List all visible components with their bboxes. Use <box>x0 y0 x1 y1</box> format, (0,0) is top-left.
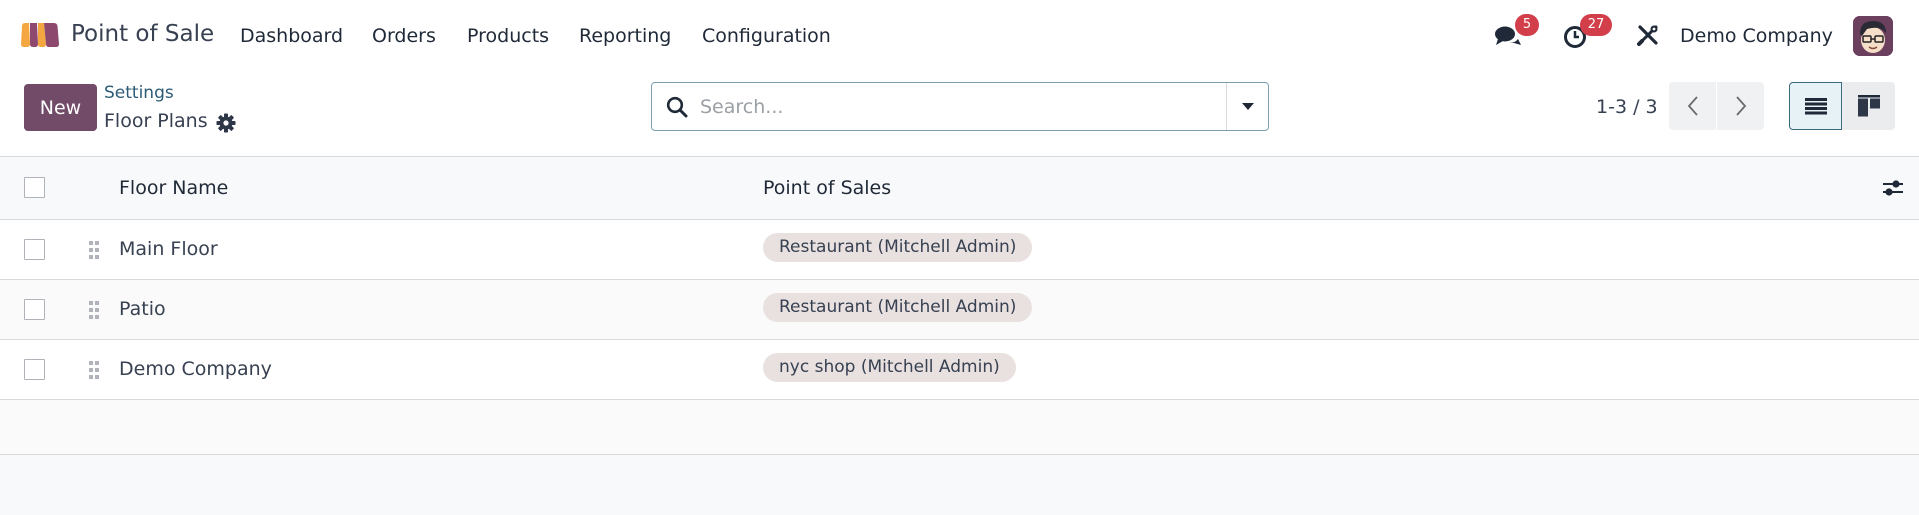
search-input[interactable] <box>700 93 1200 121</box>
caret-down-icon <box>1242 102 1254 110</box>
kanban-view-button[interactable] <box>1842 82 1895 130</box>
breadcrumb-current: Floor Plans <box>104 110 208 132</box>
search-icon <box>666 96 688 118</box>
point-of-sale-tag[interactable]: Restaurant (Mitchell Admin) <box>763 233 1033 262</box>
breadcrumb-settings[interactable]: Settings <box>104 83 174 103</box>
floor-name-cell[interactable]: Main Floor <box>119 238 218 260</box>
new-button[interactable]: New <box>24 84 97 131</box>
drag-handle-icon[interactable] <box>88 300 100 320</box>
tools-icon[interactable] <box>1637 24 1659 46</box>
floor-name-cell[interactable]: Demo Company <box>119 358 272 380</box>
company-switcher[interactable]: Demo Company <box>1680 25 1833 47</box>
app-title[interactable]: Point of Sale <box>71 21 214 47</box>
floor-plans-list: Floor Name Point of Sales Main Floor Res… <box>0 157 1919 455</box>
chevron-left-icon <box>1687 96 1698 116</box>
floor-name-cell[interactable]: Patio <box>119 298 166 320</box>
kanban-icon <box>1857 95 1880 117</box>
activities-badge: 27 <box>1580 14 1612 36</box>
messages-button[interactable]: 5 <box>1494 14 1539 52</box>
pager-next-button[interactable] <box>1717 82 1764 130</box>
empty-table-row <box>0 399 1919 455</box>
optional-columns-icon[interactable] <box>1882 179 1904 197</box>
column-header-floor-name[interactable]: Floor Name <box>119 177 228 199</box>
top-navbar: Point of Sale Dashboard Orders Products … <box>0 0 1919 70</box>
select-all-checkbox[interactable] <box>24 177 45 198</box>
list-icon <box>1804 98 1827 115</box>
menu-orders[interactable]: Orders <box>372 25 436 47</box>
activities-button[interactable]: 27 <box>1563 14 1612 52</box>
user-avatar[interactable] <box>1853 16 1893 56</box>
chevron-right-icon <box>1735 96 1746 116</box>
avatar-face-icon <box>1853 16 1893 56</box>
messages-badge: 5 <box>1515 14 1539 36</box>
column-header-point-of-sales[interactable]: Point of Sales <box>763 177 891 199</box>
pager-previous-button[interactable] <box>1669 82 1716 130</box>
pager-value[interactable]: 1-3 / 3 <box>1596 96 1658 118</box>
table-row[interactable]: Patio Restaurant (Mitchell Admin) <box>0 279 1919 339</box>
point-of-sale-logo-icon[interactable] <box>20 22 60 48</box>
row-checkbox[interactable] <box>24 239 45 260</box>
menu-products[interactable]: Products <box>467 25 549 47</box>
menu-reporting[interactable]: Reporting <box>579 25 671 47</box>
point-of-sale-tag[interactable]: nyc shop (Mitchell Admin) <box>763 353 1016 382</box>
drag-handle-icon[interactable] <box>88 360 100 380</box>
table-header: Floor Name Point of Sales <box>0 157 1919 219</box>
menu-dashboard[interactable]: Dashboard <box>240 25 343 47</box>
table-row[interactable]: Demo Company nyc shop (Mitchell Admin) <box>0 339 1919 399</box>
control-panel: New Settings Floor Plans 1-3 / 3 <box>0 70 1919 157</box>
table-row[interactable]: Main Floor Restaurant (Mitchell Admin) <box>0 219 1919 279</box>
row-checkbox[interactable] <box>24 359 45 380</box>
point-of-sale-tag[interactable]: Restaurant (Mitchell Admin) <box>763 293 1033 322</box>
list-view-button[interactable] <box>1789 82 1842 130</box>
search-bar <box>651 82 1269 131</box>
drag-handle-icon[interactable] <box>88 240 100 260</box>
menu-configuration[interactable]: Configuration <box>702 25 831 47</box>
row-checkbox[interactable] <box>24 299 45 320</box>
gear-icon[interactable] <box>216 113 236 133</box>
search-options-toggle[interactable] <box>1227 83 1269 130</box>
